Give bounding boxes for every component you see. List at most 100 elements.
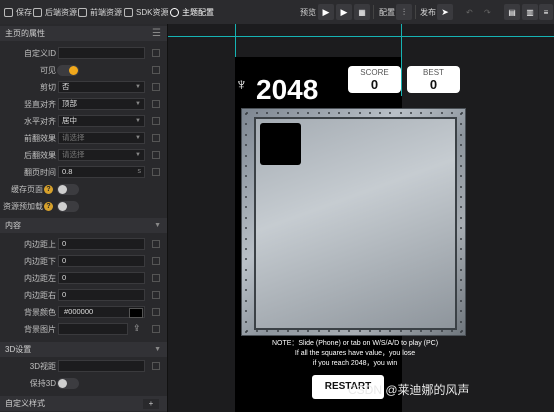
padding-left-input[interactable]: 0 xyxy=(58,272,145,284)
rivet xyxy=(256,330,259,332)
halign-select[interactable]: 居中 ▼ xyxy=(58,115,145,127)
game-board[interactable] xyxy=(241,108,466,336)
rivet xyxy=(460,289,462,292)
color-swatch[interactable] xyxy=(129,308,143,318)
game-tile xyxy=(260,123,301,165)
backend-resource-button[interactable]: 后端资源 xyxy=(33,0,77,24)
rivet xyxy=(245,320,247,323)
rivet xyxy=(460,237,462,240)
game-page[interactable]: ♆ 2048 SCORE 0 BEST 0 NOTE：Slide (Phone)… xyxy=(235,54,466,412)
help-icon[interactable]: ? xyxy=(44,202,53,211)
clip-select[interactable]: 否 ▼ xyxy=(58,81,145,93)
copy-icon[interactable] xyxy=(152,49,160,57)
rivet xyxy=(245,164,247,167)
rivet xyxy=(460,144,462,147)
copy-icon[interactable] xyxy=(152,291,160,299)
section-header-custom-style[interactable]: 自定义样式 + xyxy=(0,396,167,411)
redo-icon: ↷ xyxy=(484,7,491,17)
copy-icon[interactable] xyxy=(152,168,160,176)
rivet xyxy=(450,112,453,114)
bg-image-input[interactable] xyxy=(58,323,128,335)
play-step-button[interactable]: ▶ xyxy=(336,4,352,20)
preload-toggle[interactable] xyxy=(57,201,79,212)
rivet xyxy=(430,330,433,332)
add-style-button[interactable]: + xyxy=(143,398,159,409)
qr-preview-button[interactable]: ▦ xyxy=(354,4,370,20)
rivet xyxy=(297,112,300,114)
cache-page-toggle[interactable] xyxy=(57,184,79,195)
toggle-knob xyxy=(58,185,67,194)
copy-icon[interactable] xyxy=(152,240,160,248)
rivet xyxy=(460,279,462,282)
copy-icon[interactable] xyxy=(152,66,160,74)
sdk-resource-button[interactable]: SDK资源 xyxy=(124,0,168,24)
divider xyxy=(415,5,416,19)
config-button[interactable]: ⫶ xyxy=(396,4,412,20)
back-effect-select[interactable]: 请选择 ▼ xyxy=(58,149,145,161)
visible-toggle[interactable] xyxy=(57,65,79,76)
theme-config-button[interactable]: 主题配置 xyxy=(170,0,214,24)
rivet xyxy=(460,133,462,136)
note-text: NOTE：Slide (Phone) or tab on W/S/A/D to … xyxy=(271,340,439,347)
copy-icon[interactable] xyxy=(152,308,160,316)
toggle-knob xyxy=(58,202,67,211)
grid-button[interactable]: ▤ xyxy=(504,4,520,20)
design-canvas[interactable]: ♆ 2048 SCORE 0 BEST 0 NOTE：Slide (Phone)… xyxy=(168,24,554,412)
rivet xyxy=(245,289,247,292)
copy-icon[interactable] xyxy=(152,117,160,125)
copy-icon[interactable] xyxy=(152,257,160,265)
rivet xyxy=(245,268,247,271)
rivet xyxy=(327,330,330,332)
section-header-page-props[interactable]: 主页的属性 ☰ xyxy=(0,26,167,41)
row-padding-right: 内边距右 0 xyxy=(0,287,167,304)
layout-button[interactable]: ▥ xyxy=(522,4,538,20)
guide-line xyxy=(168,36,554,37)
chevron-down-icon: ▼ xyxy=(154,346,161,353)
copy-icon[interactable] xyxy=(152,362,160,370)
rivet xyxy=(460,164,462,167)
rivet xyxy=(460,227,462,230)
keep-3d-toggle[interactable] xyxy=(57,378,79,389)
section-header-content[interactable]: 内容 ▼ xyxy=(0,218,167,233)
frontend-resource-button[interactable]: 前端资源 xyxy=(78,0,122,24)
top-toolbar: 保存 后端资源 前端资源 SDK资源 主题配置 预览 ▶ ▶ ▦ 配置 ⫶ 发布… xyxy=(0,0,554,25)
rivet xyxy=(317,112,320,114)
row-keep-3d: 保持3D xyxy=(0,375,167,392)
padding-right-input[interactable]: 0 xyxy=(58,289,145,301)
bg-color-input[interactable]: #000000 xyxy=(58,306,145,318)
copy-icon[interactable] xyxy=(152,274,160,282)
upload-icon[interactable]: ⇪ xyxy=(133,323,141,334)
unit-label: s xyxy=(137,168,142,175)
rivet xyxy=(460,258,462,261)
custom-id-input[interactable] xyxy=(58,47,145,59)
padding-bottom-input[interactable]: 0 xyxy=(58,255,145,267)
copy-icon[interactable] xyxy=(152,134,160,142)
help-icon[interactable]: ? xyxy=(44,185,53,194)
rivet xyxy=(256,112,259,114)
play-button[interactable]: ▶ xyxy=(318,4,334,20)
save-button[interactable]: 保存 xyxy=(4,0,32,24)
row-custom-id: 自定义ID xyxy=(0,45,167,62)
rivet xyxy=(266,330,269,332)
valign-select[interactable]: 顶部 ▼ xyxy=(58,98,145,110)
flip-time-input[interactable]: 0.8 s xyxy=(58,166,145,178)
undo-button[interactable]: ↶ xyxy=(466,0,473,24)
3d-distance-input[interactable] xyxy=(58,360,145,372)
copy-icon[interactable] xyxy=(152,151,160,159)
redo-button[interactable]: ↷ xyxy=(484,0,491,24)
rivet xyxy=(245,206,247,209)
toggle-knob xyxy=(69,66,78,75)
publish-button[interactable]: ➤ xyxy=(437,4,453,20)
section-header-3d[interactable]: 3D设置 ▼ xyxy=(0,342,167,357)
copy-icon[interactable] xyxy=(152,325,160,333)
forward-effect-select[interactable]: 请选择 ▼ xyxy=(58,132,145,144)
padding-top-input[interactable]: 0 xyxy=(58,238,145,250)
copy-icon[interactable] xyxy=(152,100,160,108)
rivet xyxy=(389,330,392,332)
rivet xyxy=(358,112,361,114)
row-halign: 水平对齐 居中 ▼ xyxy=(0,113,167,130)
menu-icon[interactable]: ☰ xyxy=(152,28,161,39)
copy-icon[interactable] xyxy=(152,83,160,91)
settings-button[interactable]: ≡ xyxy=(539,4,553,20)
rivet xyxy=(389,112,392,114)
